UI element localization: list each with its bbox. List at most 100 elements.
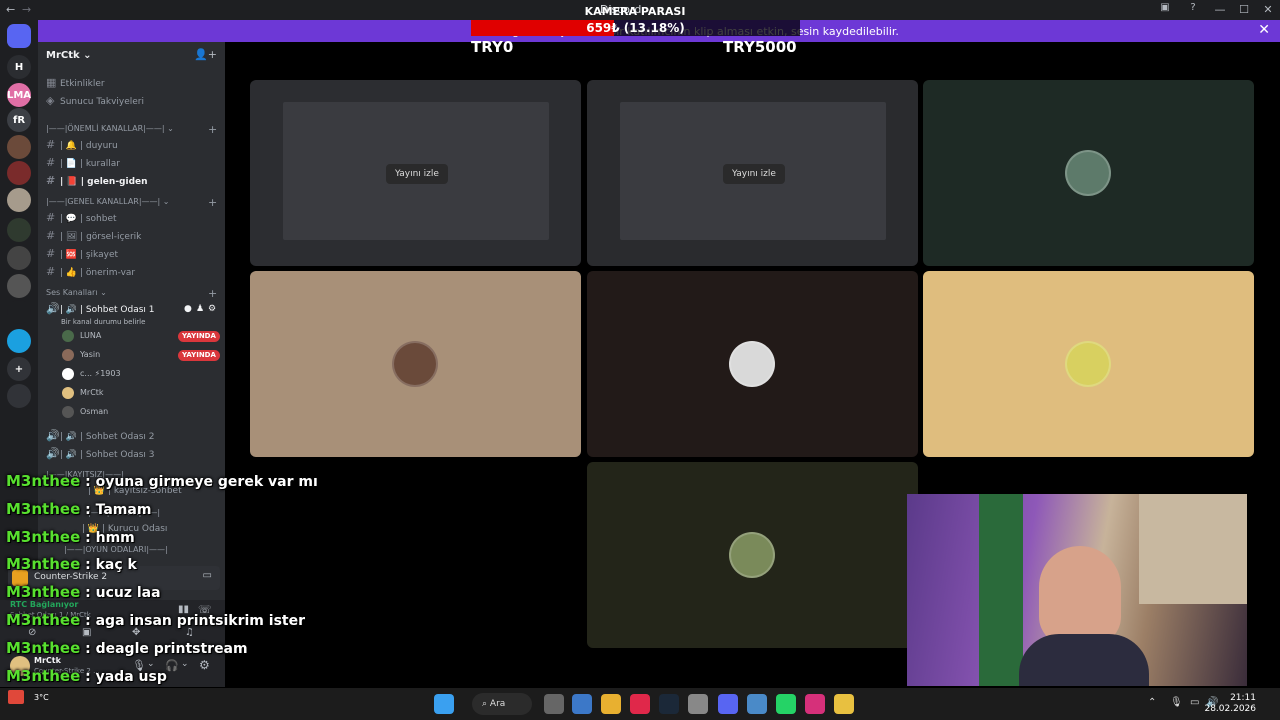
task-view-icon[interactable] <box>544 694 564 714</box>
taskbar-search[interactable]: ⌕ Ara <box>472 693 532 715</box>
tray-chevron-icon[interactable]: ⌃ <box>1148 697 1156 708</box>
text-channel-icon: # <box>46 211 56 224</box>
camera-goal-title: KAMERA PARASI <box>584 5 686 18</box>
channel-gorsel-icerik[interactable]: # | 🖼 | görsel-içerik <box>46 228 141 244</box>
banner-close-button[interactable]: ✕ <box>1258 22 1270 38</box>
participant-tile[interactable] <box>587 462 918 648</box>
voice-user-name: MrCtk <box>80 388 104 397</box>
invite-people-icon[interactable]: 👤+ <box>194 48 217 61</box>
chat-bubble-icon[interactable]: ● <box>184 301 192 317</box>
participant-tile[interactable] <box>923 271 1254 457</box>
chat-text: : Tamam <box>85 501 152 518</box>
chat-message: M3nthee : hmm <box>6 528 135 550</box>
chat-message: M3nthee : kaç k <box>6 555 137 577</box>
stream-game-icon[interactable]: ▭ <box>203 570 212 581</box>
watch-stream-button[interactable]: Yayını izle <box>386 164 448 184</box>
server-icon[interactable] <box>7 218 31 242</box>
screen-share-icon[interactable]: ▣ <box>1158 2 1172 16</box>
headphones-icon[interactable]: 🎧 <box>165 659 179 672</box>
voice-user[interactable]: Yasin YAYINDA <box>62 347 220 363</box>
server-icon[interactable]: LMA <box>7 83 31 107</box>
help-icon[interactable]: ? <box>1186 2 1200 16</box>
weather-temp[interactable]: 3°C <box>34 693 49 702</box>
server-icon[interactable] <box>7 246 31 270</box>
channel-gelen-giden[interactable]: # | 📕 | gelen-giden <box>46 173 148 189</box>
category-general[interactable]: |——|GENEL KANALLAR|——| ⌄ + <box>46 196 217 209</box>
chrome-icon[interactable] <box>601 694 621 714</box>
speaker-icon: 🔊 <box>46 447 60 460</box>
server-icon[interactable]: H <box>7 55 31 79</box>
maximize-button[interactable]: ☐ <box>1232 0 1256 20</box>
voice-user[interactable]: Osman <box>62 404 108 420</box>
calendar-icon: ▦ <box>46 76 57 89</box>
text-channel-icon: # <box>46 247 56 260</box>
voice-user[interactable]: LUNA YAYINDA <box>62 328 220 344</box>
minimize-button[interactable]: — <box>1208 0 1232 20</box>
avatar <box>729 341 775 387</box>
forward-arrow-icon[interactable]: → <box>22 3 31 16</box>
weather-icon[interactable] <box>8 690 24 704</box>
tray-microphone-icon[interactable]: 🎙 <box>1170 697 1183 708</box>
channel-onerim-var[interactable]: # | 👍 | önerim-var <box>46 264 135 280</box>
boosts-item[interactable]: ◈ Sunucu Takviyeleri <box>46 93 144 109</box>
participant-tile[interactable] <box>250 271 581 457</box>
category-voice[interactable]: Ses Kanalları ⌄ + <box>46 287 217 300</box>
close-window-button[interactable]: ✕ <box>1256 0 1280 20</box>
chat-nick: M3nthee <box>6 499 81 518</box>
category-important[interactable]: |——|ÖNEMLİ KANALLAR|——| ⌄ + <box>46 123 217 136</box>
media-icon[interactable] <box>630 694 650 714</box>
voice-channel-sohbet-2[interactable]: 🔊| 🔊 | Sohbet Odası 2 <box>46 428 155 444</box>
server-icon[interactable] <box>7 300 31 324</box>
voice-user-name: Yasin <box>80 350 101 359</box>
channel-sohbet[interactable]: # | 💬 | sohbet <box>46 210 117 226</box>
avatar <box>1065 150 1111 196</box>
add-channel-icon[interactable]: + <box>208 287 217 300</box>
add-server-icon[interactable]: + <box>7 357 31 381</box>
server-icon[interactable]: fR <box>7 108 31 132</box>
participant-tile[interactable] <box>587 271 918 457</box>
add-channel-icon[interactable]: + <box>208 123 217 136</box>
server-name[interactable]: MrCtk ⌄ <box>46 50 92 61</box>
server-icon[interactable] <box>7 161 31 185</box>
server-icon[interactable] <box>7 274 31 298</box>
events-item[interactable]: ▦ Etkinlikler <box>46 75 105 91</box>
whatsapp-icon[interactable] <box>776 694 796 714</box>
voice-user[interactable]: MrCtk <box>62 385 104 401</box>
avatar <box>392 341 438 387</box>
add-channel-icon[interactable]: + <box>208 196 217 209</box>
channel-duyuru[interactable]: # | 🔔 | duyuru <box>46 137 118 153</box>
voice-user[interactable]: c... ⚡1903 <box>62 366 121 382</box>
chat-nick: M3nthee <box>6 666 81 685</box>
app-icon[interactable] <box>688 694 708 714</box>
discord-icon[interactable] <box>718 694 738 714</box>
network-icon[interactable]: ▭ <box>1190 697 1199 708</box>
steam-icon[interactable] <box>659 694 679 714</box>
boost-icon: ◈ <box>46 94 55 107</box>
system-clock[interactable]: 21:11 28.02.2026 <box>1204 693 1256 715</box>
server-icon[interactable] <box>7 188 31 212</box>
chat-text: : aga insan printsikrim ister <box>85 613 305 629</box>
voice-channel-sohbet-3[interactable]: 🔊| 🔊 | Sohbet Odası 3 <box>46 446 155 462</box>
channel-kurallar[interactable]: # | 📄 | kurallar <box>46 155 120 171</box>
instagram-icon[interactable] <box>805 694 825 714</box>
stream-tile[interactable]: Yayını izle <box>587 80 918 266</box>
channel-sikayet[interactable]: # | 🆘 | şikayet <box>46 246 118 262</box>
store-icon[interactable] <box>572 694 592 714</box>
goal-progress-bar: 659₺ (13.18%) <box>471 20 800 36</box>
back-arrow-icon[interactable]: ← <box>6 3 15 16</box>
participant-tile[interactable] <box>923 80 1254 266</box>
discord-logo-icon[interactable] <box>7 24 31 48</box>
goal-max-label: TRY5000 <box>723 38 797 56</box>
settings-gear-icon[interactable]: ⚙ <box>208 301 216 317</box>
server-icon[interactable] <box>7 329 31 353</box>
windows-start-icon[interactable] <box>434 694 454 714</box>
invite-icon[interactable]: ♟ <box>196 301 204 317</box>
windows-taskbar: 3°C ⌕ Ara ⌃ 🎙 ▭ 🔊 21:11 28.02.2026 <box>0 688 1280 720</box>
watch-stream-button[interactable]: Yayını izle <box>723 164 785 184</box>
server-icon[interactable] <box>7 135 31 159</box>
app3-icon[interactable] <box>834 694 854 714</box>
explore-icon[interactable] <box>7 384 31 408</box>
app2-icon[interactable] <box>747 694 767 714</box>
goal-progress-text: 659₺ (13.18%) <box>586 21 685 35</box>
stream-tile[interactable]: Yayını izle <box>250 80 581 266</box>
